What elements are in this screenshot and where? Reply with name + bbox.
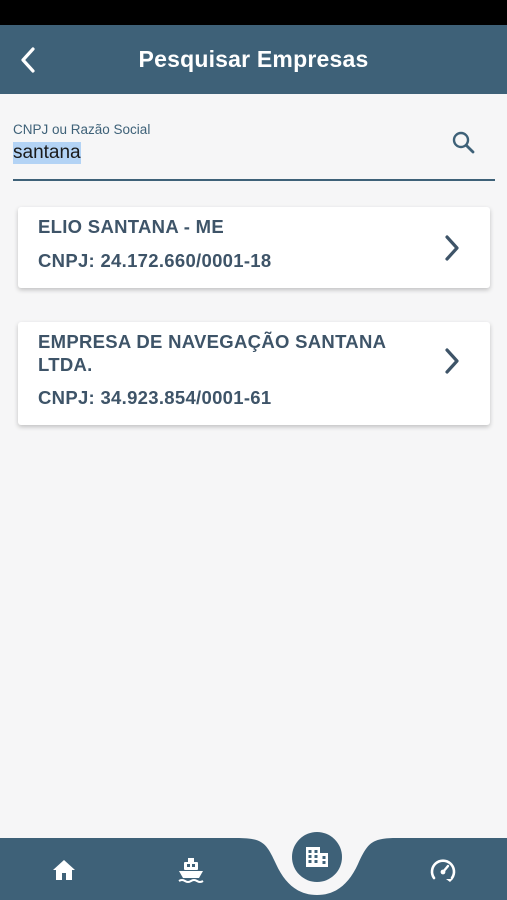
company-card[interactable]: EMPRESA DE NAVEGAÇÃO SANTANA LTDA. CNPJ:… bbox=[18, 322, 490, 425]
company-name: ELIO SANTANA - ME bbox=[38, 216, 224, 237]
nav-home[interactable] bbox=[44, 852, 84, 888]
chevron-right-icon bbox=[445, 348, 459, 374]
company-name: EMPRESA DE NAVEGAÇÃO SANTANA LTDA. bbox=[38, 331, 386, 375]
chevron-right-icon bbox=[445, 235, 459, 261]
ship-icon bbox=[178, 858, 204, 883]
back-button[interactable] bbox=[10, 42, 46, 78]
chevron-left-icon bbox=[21, 47, 35, 73]
search-label: CNPJ ou Razão Social bbox=[13, 122, 151, 137]
nav-gauge[interactable] bbox=[423, 852, 463, 888]
company-card[interactable]: ELIO SANTANA - ME CNPJ: 24.172.660/0001-… bbox=[18, 207, 490, 288]
search-icon[interactable] bbox=[451, 130, 477, 156]
company-cnpj: CNPJ: 24.172.660/0001-18 bbox=[38, 250, 272, 271]
search-input[interactable] bbox=[13, 140, 433, 166]
nav-companies[interactable] bbox=[292, 832, 342, 882]
gauge-icon bbox=[430, 859, 456, 882]
nav-ship[interactable] bbox=[171, 852, 211, 888]
status-bar bbox=[0, 0, 507, 25]
page-title: Pesquisar Empresas bbox=[138, 46, 369, 72]
building-icon bbox=[306, 847, 328, 867]
search-field: CNPJ ou Razão Social bbox=[13, 118, 495, 181]
home-icon bbox=[53, 860, 75, 880]
company-cnpj: CNPJ: 34.923.854/0001-61 bbox=[38, 387, 272, 408]
app-header: Pesquisar Empresas bbox=[0, 25, 507, 94]
